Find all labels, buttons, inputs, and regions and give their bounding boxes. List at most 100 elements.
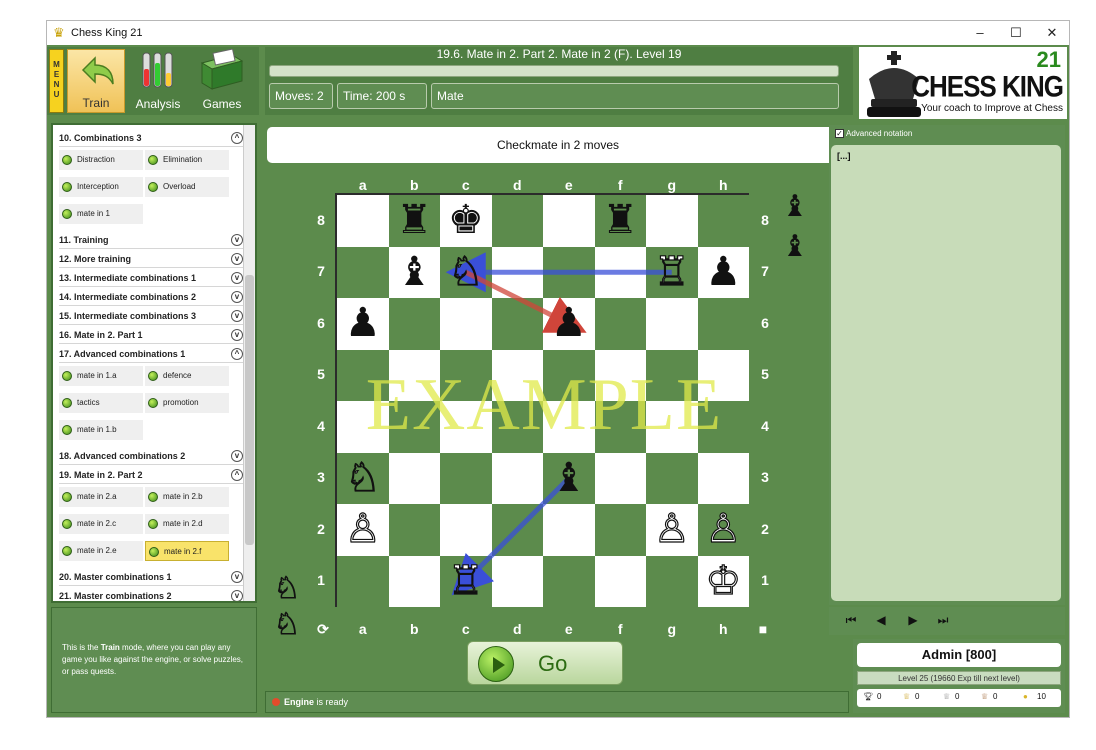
lesson-subitem[interactable]: tactics (59, 393, 143, 413)
notation-text[interactable]: [...] (831, 145, 1061, 601)
board-square[interactable] (388, 555, 440, 607)
board-square[interactable] (594, 246, 646, 298)
board-square[interactable] (388, 504, 440, 556)
menu-button[interactable]: MENU (49, 49, 64, 113)
chess-piece[interactable]: ♘ (337, 453, 389, 505)
chess-piece[interactable]: ♔ (698, 556, 750, 608)
board-square[interactable] (594, 298, 646, 350)
board-square[interactable] (646, 452, 698, 504)
board-square[interactable] (491, 401, 543, 453)
lesson-header[interactable]: 11. Training v (59, 231, 243, 249)
board-square[interactable] (594, 555, 646, 607)
board-square[interactable] (388, 401, 440, 453)
board-square[interactable] (337, 401, 389, 453)
board-square[interactable] (646, 555, 698, 607)
board-square[interactable] (337, 555, 389, 607)
lesson-header[interactable]: 16. Mate in 2. Part 1 v (59, 326, 243, 344)
board-square[interactable] (646, 349, 698, 401)
chess-piece[interactable]: ♖ (440, 556, 492, 608)
board-square[interactable] (440, 349, 492, 401)
lesson-header[interactable]: 13. Intermediate combinations 1 v (59, 269, 243, 287)
chess-piece[interactable]: ♟ (698, 247, 750, 299)
board-square[interactable] (543, 246, 595, 298)
board-square[interactable] (543, 504, 595, 556)
chevron-down-icon[interactable]: v (231, 272, 243, 284)
board-square[interactable] (543, 555, 595, 607)
lesson-header[interactable]: 21. Master combinations 2 v (59, 587, 243, 601)
chevron-down-icon[interactable]: v (231, 329, 243, 341)
chevron-down-icon[interactable]: v (231, 234, 243, 246)
board-square[interactable] (697, 298, 749, 350)
board-square[interactable] (594, 401, 646, 453)
side-knight-icon[interactable]: ♘ (271, 572, 303, 605)
chess-piece[interactable]: ♝ (543, 453, 595, 505)
chess-piece[interactable]: ♟ (543, 298, 595, 350)
lesson-header[interactable]: 12. More training v (59, 250, 243, 268)
lesson-subitem[interactable]: mate in 2.d (145, 514, 229, 534)
chess-piece[interactable]: ♜ (595, 195, 647, 247)
board-square[interactable] (491, 246, 543, 298)
advanced-notation-checkbox[interactable]: ✓ Advanced notation (835, 129, 912, 139)
chess-piece[interactable]: ♙ (698, 504, 750, 556)
lesson-subitem[interactable]: mate in 1 (59, 204, 143, 224)
lesson-header[interactable]: 18. Advanced combinations 2 v (59, 447, 243, 465)
board-square[interactable] (440, 452, 492, 504)
first-move-icon[interactable]: ⏮ (841, 613, 861, 628)
lesson-subitem[interactable]: Overload (145, 177, 229, 197)
chevron-up-icon[interactable]: ^ (231, 348, 243, 360)
board-square[interactable] (337, 349, 389, 401)
lesson-header[interactable]: 19. Mate in 2. Part 2 ^ (59, 466, 243, 484)
lesson-subitem[interactable]: mate in 2.a (59, 487, 143, 507)
board-square[interactable] (543, 349, 595, 401)
board-square[interactable] (543, 195, 595, 247)
board-square[interactable] (388, 298, 440, 350)
next-move-icon[interactable]: ▶ (903, 613, 923, 627)
board-square[interactable] (491, 555, 543, 607)
lesson-header[interactable]: 14. Intermediate combinations 2 v (59, 288, 243, 306)
lesson-scrollbar[interactable] (243, 125, 255, 601)
board-square[interactable] (337, 195, 389, 247)
lesson-header[interactable]: 20. Master combinations 1 v (59, 568, 243, 586)
chess-piece[interactable]: ♘ (440, 247, 492, 299)
board-square[interactable] (646, 298, 698, 350)
board-square[interactable] (594, 349, 646, 401)
lesson-subitem[interactable]: mate in 1.a (59, 366, 143, 386)
maximize-button[interactable]: ☐ (1001, 23, 1031, 43)
board-square[interactable] (697, 401, 749, 453)
chess-piece[interactable]: ♜ (389, 195, 441, 247)
lesson-subitem[interactable]: Elimination (145, 150, 229, 170)
board-square[interactable] (491, 349, 543, 401)
lesson-subitem[interactable]: defence (145, 366, 229, 386)
lesson-subitem[interactable]: Distraction (59, 150, 143, 170)
board-square[interactable] (697, 452, 749, 504)
board-square[interactable] (491, 504, 543, 556)
chess-piece[interactable]: ♖ (646, 247, 698, 299)
chess-piece[interactable]: ♙ (337, 504, 389, 556)
go-button[interactable]: Go (467, 641, 623, 685)
lesson-subitem[interactable]: Interception (59, 177, 143, 197)
chevron-down-icon[interactable]: v (231, 291, 243, 303)
board-square[interactable] (491, 195, 543, 247)
lesson-header[interactable]: 17. Advanced combinations 1 ^ (59, 345, 243, 363)
games-button[interactable]: Games (193, 49, 251, 113)
prev-move-icon[interactable]: ◀ (871, 613, 891, 627)
board-square[interactable] (440, 401, 492, 453)
lesson-header[interactable]: 10. Combinations 3 ^ (59, 129, 243, 147)
board-square[interactable] (543, 401, 595, 453)
rotate-board-icon[interactable]: ⟳ (313, 621, 333, 638)
chevron-up-icon[interactable]: ^ (231, 132, 243, 144)
close-button[interactable]: ✕ (1037, 23, 1067, 43)
last-move-icon[interactable]: ⏭ (933, 613, 953, 628)
lesson-subitem[interactable]: mate in 2.b (145, 487, 229, 507)
lesson-subitem[interactable]: mate in 2.f (145, 541, 229, 561)
board-square[interactable] (337, 246, 389, 298)
side-knight-icon[interactable]: ♘ (271, 608, 303, 641)
chevron-down-icon[interactable]: v (231, 571, 243, 583)
board-square[interactable] (594, 452, 646, 504)
scrollbar-thumb[interactable] (245, 275, 254, 545)
board-square[interactable] (388, 349, 440, 401)
chevron-down-icon[interactable]: v (231, 450, 243, 462)
lesson-subitem[interactable]: mate in 2.c (59, 514, 143, 534)
chess-board[interactable]: EXAMPLE ♜ ♚ ♜ ♝ ♘ ♖ ♟ ♟ ♟ ♘ ♝ ♙ ♙ ♙ ♖ ♔ (335, 193, 749, 607)
lesson-header[interactable]: 15. Intermediate combinations 3 v (59, 307, 243, 325)
